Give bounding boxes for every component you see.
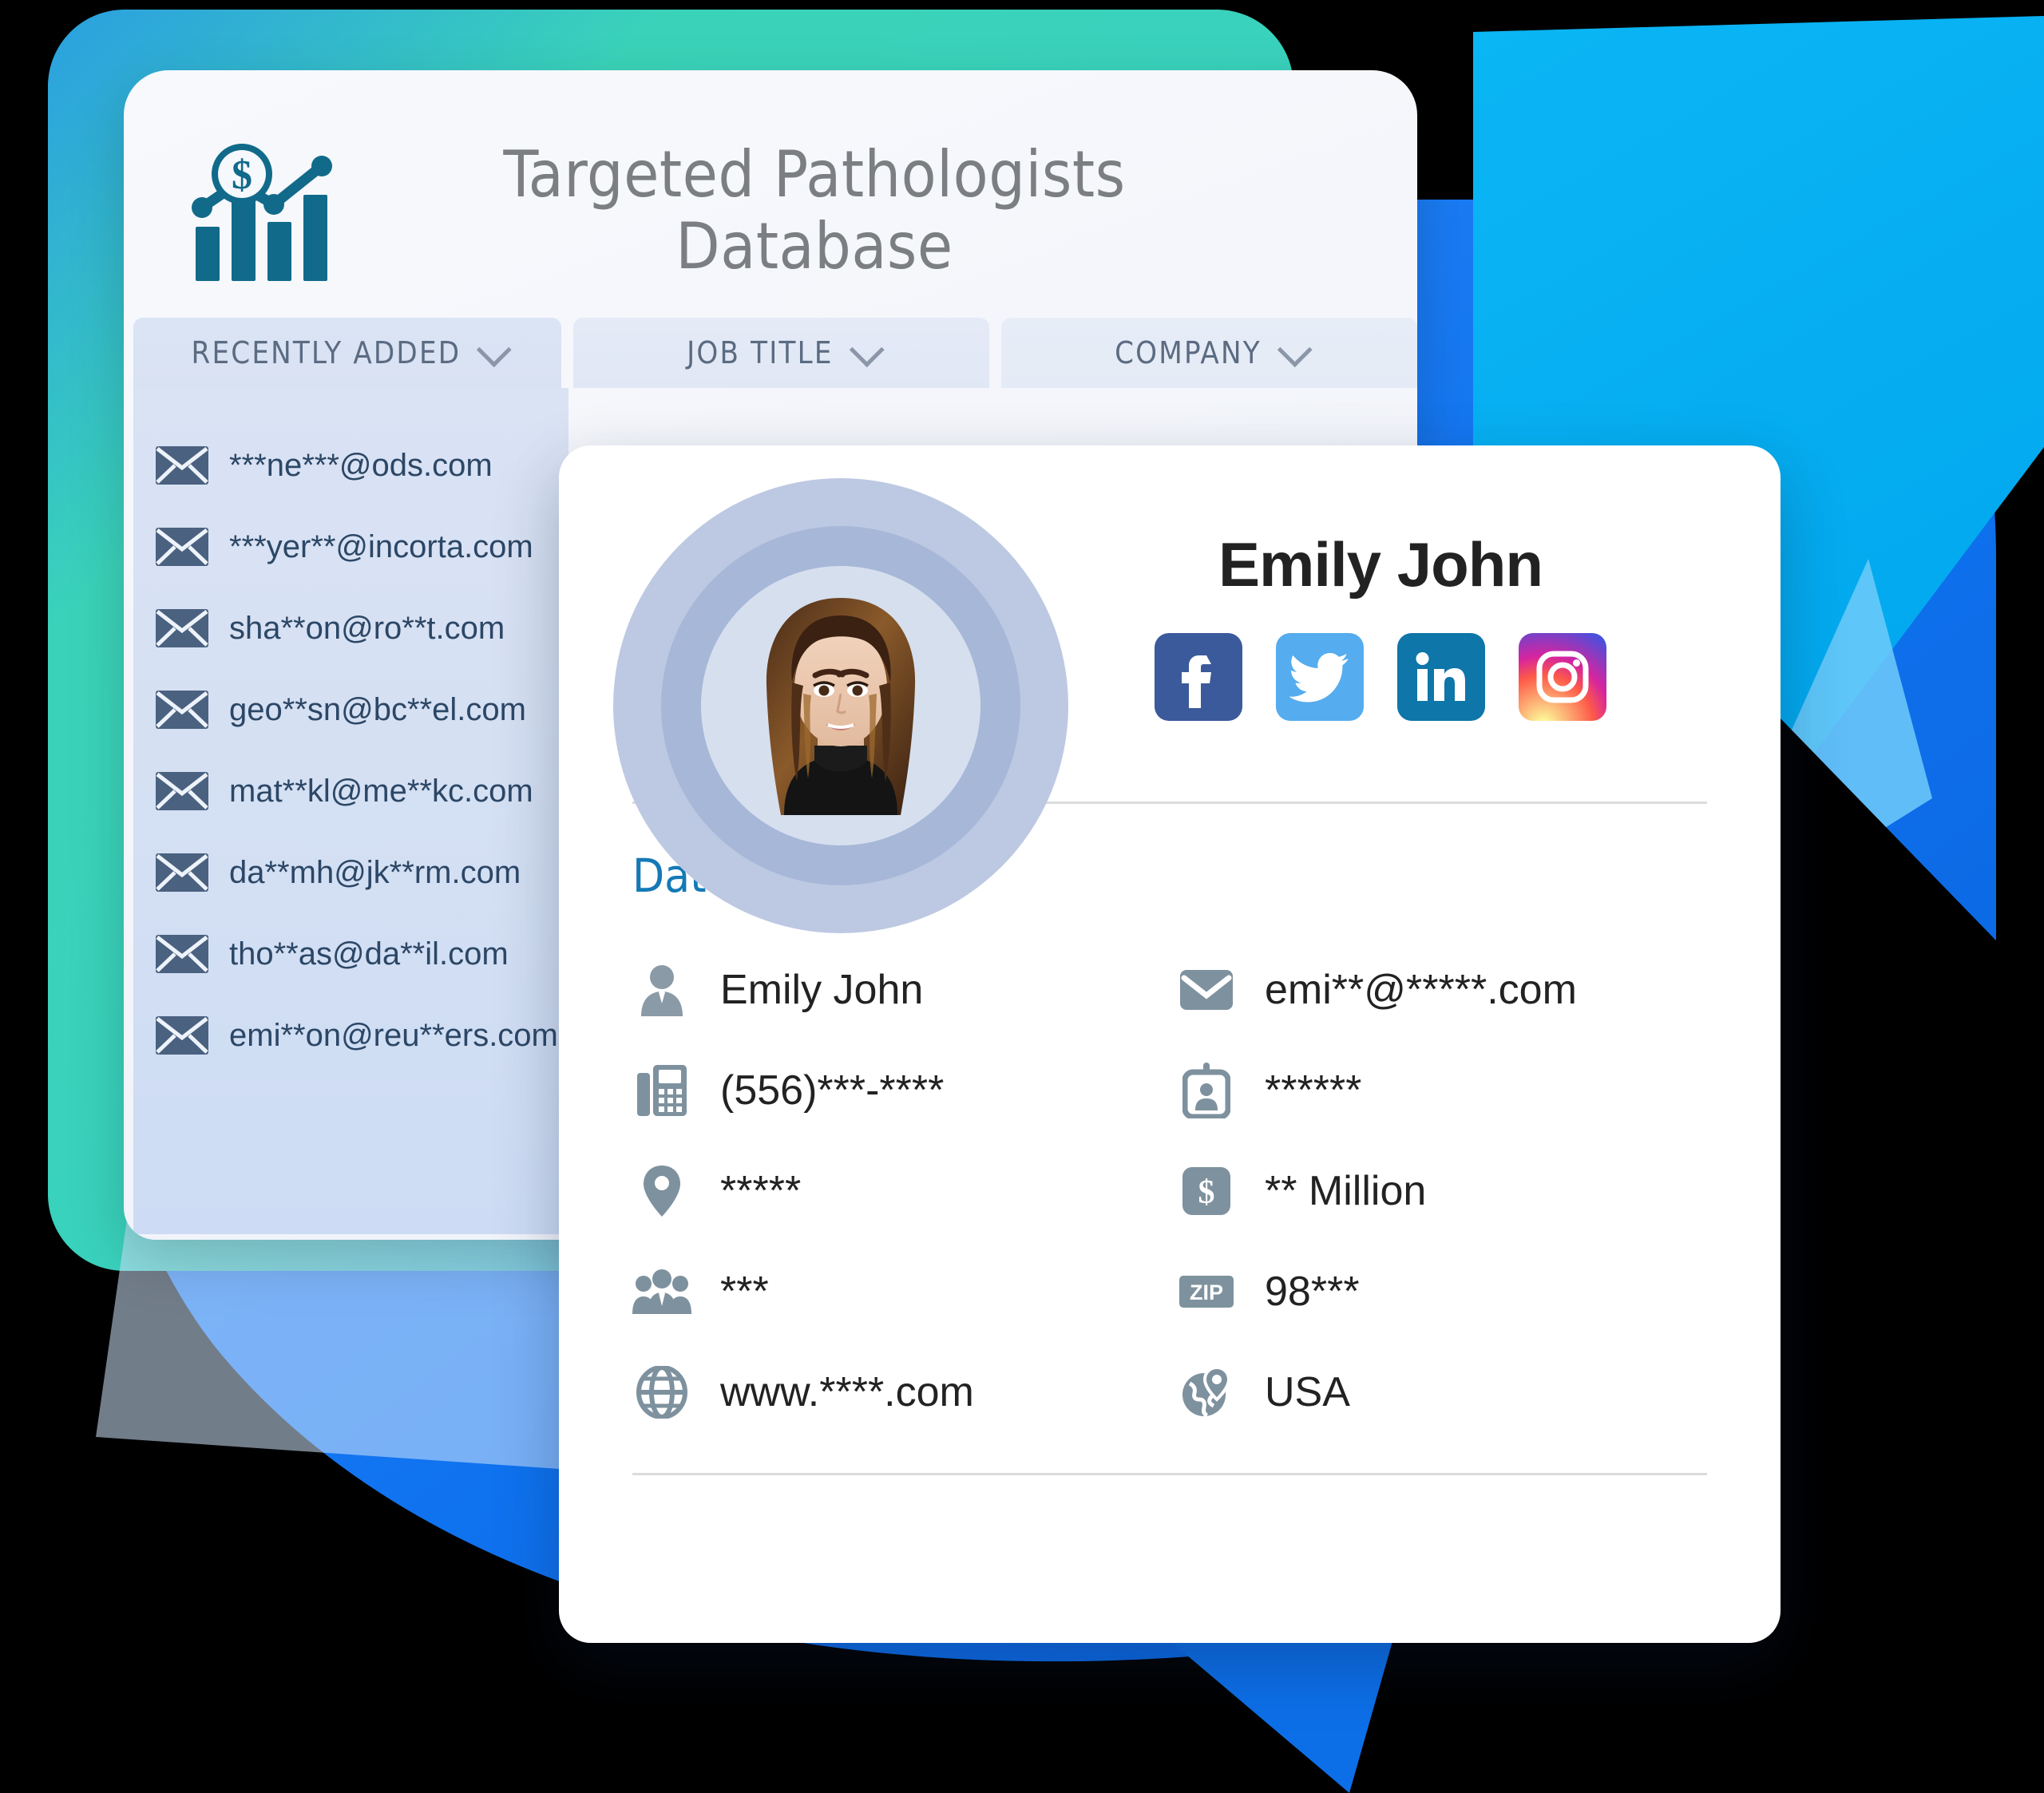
- location-pin-icon: [632, 1162, 691, 1221]
- light-shaft: [96, 1213, 607, 1469]
- envelope-icon: [1177, 960, 1236, 1019]
- list-item[interactable]: da**mh@jk**rm.com: [133, 832, 568, 913]
- email-address: sha**on@ro**t.com: [229, 610, 505, 646]
- segment-value: emi**@*****.com: [1265, 967, 1577, 1013]
- list-item[interactable]: sha**on@ro**t.com: [133, 588, 568, 669]
- envelope-icon: [156, 609, 208, 647]
- svg-text:ZIP: ZIP: [1190, 1280, 1223, 1304]
- bar-chart-dollar-icon: $: [192, 143, 332, 281]
- envelope-icon: [156, 1016, 208, 1055]
- segment-value: ******: [1265, 1067, 1362, 1114]
- contact-profile-card: Emily John Data segments: [559, 445, 1781, 1643]
- tab-company[interactable]: COMPANY: [1000, 318, 1417, 388]
- tab-recently-added[interactable]: RECENTLY ADDED: [133, 318, 561, 388]
- avatar-photo: [701, 566, 980, 845]
- chevron-down-icon[interactable]: [849, 331, 885, 367]
- profile-header: Emily John: [559, 445, 1781, 933]
- segment-value: ***: [720, 1269, 769, 1315]
- data-segments-grid: Emily John emi**@*****.com (556)***-****…: [632, 940, 1707, 1443]
- recently-added-email-list: ***ne***@ods.com ***yer**@incorta.com sh…: [133, 388, 568, 1234]
- segment-name: Emily John: [632, 940, 1163, 1040]
- envelope-icon: [156, 772, 208, 810]
- envelope-icon: [156, 446, 208, 485]
- segment-email: emi**@*****.com: [1177, 940, 1707, 1040]
- tab-job-title-label: JOB TITLE: [687, 335, 834, 370]
- email-address: tho**as@da**il.com: [229, 936, 509, 972]
- database-tabs: RECENTLY ADDED JOB TITLE COMPANY: [124, 318, 1417, 388]
- zip-badge-icon: ZIP: [1177, 1262, 1236, 1321]
- right-mask: [1781, 718, 2044, 1793]
- email-address: ***ne***@ods.com: [229, 447, 493, 483]
- page-title-line1: Targeted Pathologists: [503, 137, 1126, 212]
- section-divider-bottom: [632, 1473, 1707, 1475]
- svg-text:$: $: [232, 152, 252, 198]
- envelope-icon: [156, 691, 208, 729]
- email-address: ***yer**@incorta.com: [229, 528, 533, 564]
- tab-company-label: COMPANY: [1115, 335, 1262, 370]
- envelope-icon: [156, 528, 208, 566]
- linkedin-icon[interactable]: [1397, 632, 1485, 721]
- people-group-icon: [632, 1262, 691, 1321]
- globe-pin-icon: [1177, 1363, 1236, 1422]
- segment-value: USA: [1265, 1369, 1350, 1415]
- segment-zip: ZIP 98***: [1177, 1241, 1707, 1342]
- segment-value: 98***: [1265, 1269, 1360, 1315]
- list-item[interactable]: ***yer**@incorta.com: [133, 506, 568, 588]
- envelope-icon: [156, 853, 208, 892]
- instagram-icon[interactable]: [1519, 632, 1606, 721]
- envelope-icon: [156, 935, 208, 973]
- profile-photo: [701, 566, 980, 845]
- segment-value: www.****.com: [720, 1369, 974, 1415]
- person-icon: [632, 960, 691, 1019]
- page-title: Targeted Pathologists Database: [347, 139, 1417, 282]
- email-address: emi**on@reu**ers.com: [229, 1017, 558, 1053]
- segment-employees: ***: [632, 1241, 1163, 1342]
- tab-recently-added-label: RECENTLY ADDED: [191, 335, 461, 370]
- segment-value: Emily John: [720, 967, 924, 1013]
- list-item[interactable]: tho**as@da**il.com: [133, 913, 568, 995]
- svg-text:$: $: [1198, 1174, 1215, 1211]
- id-badge-icon: [1177, 1061, 1236, 1120]
- globe-icon: [632, 1363, 691, 1422]
- segment-revenue: $ ** Million: [1177, 1141, 1707, 1241]
- segment-value: (556)***-****: [720, 1067, 945, 1114]
- twitter-icon[interactable]: [1276, 632, 1364, 721]
- database-card-header: $ Targeted Pathologists Database: [124, 70, 1417, 318]
- fax-phone-icon: [632, 1061, 691, 1120]
- facebook-icon[interactable]: [1155, 632, 1242, 721]
- list-item[interactable]: emi**on@reu**ers.com: [133, 995, 568, 1076]
- list-item[interactable]: mat**kl@me**kc.com: [133, 750, 568, 832]
- email-address: mat**kl@me**kc.com: [229, 773, 533, 809]
- segment-website: www.****.com: [632, 1342, 1163, 1443]
- segment-value: ** Million: [1265, 1168, 1427, 1214]
- profile-name: Emily John: [1218, 528, 1543, 600]
- page-title-line2: Database: [675, 209, 953, 283]
- segment-job-title: ******: [1177, 1040, 1707, 1141]
- dollar-square-icon: $: [1177, 1162, 1236, 1221]
- segment-country: USA: [1177, 1342, 1707, 1443]
- chevron-down-icon[interactable]: [477, 331, 512, 367]
- social-links: [1052, 632, 1709, 721]
- tab-job-title[interactable]: JOB TITLE: [572, 318, 989, 388]
- email-address: da**mh@jk**rm.com: [229, 854, 521, 890]
- email-address: geo**sn@bc**el.com: [229, 691, 526, 727]
- list-item[interactable]: ***ne***@ods.com: [133, 425, 568, 506]
- list-item[interactable]: geo**sn@bc**el.com: [133, 669, 568, 750]
- segment-location: *****: [632, 1141, 1163, 1241]
- profile-identity: Emily John: [1052, 528, 1781, 721]
- chevron-down-icon[interactable]: [1277, 331, 1313, 367]
- segment-phone: (556)***-****: [632, 1040, 1163, 1141]
- segment-value: *****: [720, 1168, 802, 1214]
- avatar: [597, 469, 1068, 933]
